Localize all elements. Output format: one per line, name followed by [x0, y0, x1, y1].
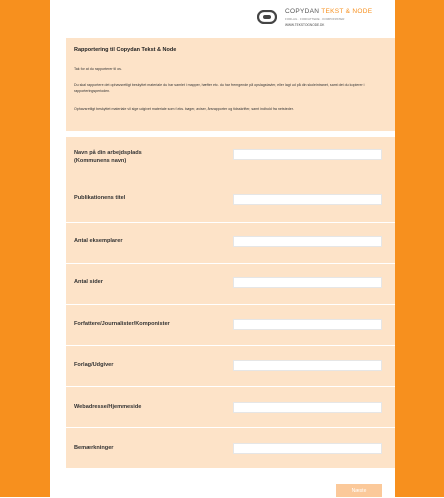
remarks-input[interactable]	[233, 443, 382, 454]
logo-brand-a: COPYDAN	[285, 8, 320, 15]
copies-input[interactable]	[233, 236, 382, 247]
workplace-input[interactable]	[233, 149, 382, 160]
publisher-input[interactable]	[233, 360, 382, 371]
field-label: Navn på din arbejdsplads (Kommunens navn…	[74, 149, 224, 165]
right-orange-border	[395, 0, 444, 497]
form-page: COPYDAN TEKST & NODE FORLAG · FORFATTERE…	[66, 0, 395, 497]
field-row-website: Webadresse/Hjemmeside	[66, 387, 395, 427]
copydan-logo-icon	[257, 10, 277, 24]
field-row-publisher: Forlag/Udgiver	[66, 346, 395, 386]
logo-url: WWW.TEKSTOGNODE.DK	[285, 23, 325, 27]
field-label: Forfattere/Journalister/Komponister	[74, 321, 170, 327]
field-label: Forlag/Udgiver	[74, 362, 114, 368]
page-title: Rapportering til Copydan Tekst & Node	[74, 47, 177, 53]
field-label: Bemærkninger	[74, 445, 114, 451]
field-label: Antal sider	[74, 279, 103, 285]
publication-title-input[interactable]	[233, 194, 382, 205]
field-row-copies: Antal eksemplarer	[66, 223, 395, 263]
copydan-logo: COPYDAN TEKST & NODE FORLAG · FORFATTERE…	[257, 8, 389, 34]
left-orange-border	[0, 0, 50, 497]
field-row-authors: Forfattere/Journalister/Komponister	[66, 305, 395, 345]
field-row-workplace: Navn på din arbejdsplads (Kommunens navn…	[66, 137, 395, 182]
intro-paragraph-1: Tak for at du rapporterer til os.	[74, 67, 122, 71]
field-label: Publikationens titel	[74, 195, 126, 201]
intro-paragraph-3: Ophavsretligt beskyttet materiale vil si…	[74, 107, 294, 111]
field-label: Webadresse/Hjemmeside	[74, 404, 142, 410]
intro-paragraph-2: Du skal rapportere det ophavsretligt bes…	[74, 83, 365, 93]
logo-brand-b: TEKST & NODE	[321, 8, 373, 15]
authors-input[interactable]	[233, 319, 382, 330]
website-input[interactable]	[233, 402, 382, 413]
intro-panel: Rapportering til Copydan Tekst & Node Ta…	[66, 38, 395, 131]
pages-input[interactable]	[233, 277, 382, 288]
logo-tagline: FORLAG · FORFATTERE · KOMPONISTER	[285, 17, 345, 21]
field-row-pages: Antal sider	[66, 264, 395, 304]
field-label-line2: (Kommunens navn)	[74, 158, 127, 164]
logo-brand: COPYDAN TEKST & NODE	[285, 8, 372, 15]
field-label-line1: Navn på din arbejdsplads	[74, 150, 142, 156]
next-button[interactable]: Næste	[336, 484, 382, 497]
field-label: Antal eksemplarer	[74, 238, 123, 244]
field-row-title: Publikationens titel	[66, 182, 395, 222]
field-row-remarks: Bemærkninger	[66, 428, 395, 468]
left-gutter	[50, 0, 66, 497]
